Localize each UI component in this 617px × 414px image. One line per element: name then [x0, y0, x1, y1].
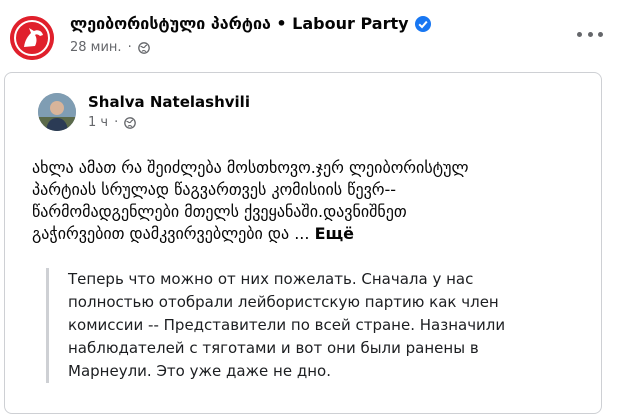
globe-icon[interactable]: [137, 41, 150, 54]
post-text-line: ახლა ამათ რა შეიძლება მოსთხოვო.ჯერ ლეიბო…: [32, 158, 469, 177]
see-more-button[interactable]: Ещё: [315, 224, 354, 243]
post-text-line-last: გაჭირვებით დამკვირვებლები და ... Ещё: [32, 223, 592, 245]
author-avatar[interactable]: [38, 93, 76, 131]
quote-line: Теперь что можно от них пожелать. Сначал…: [68, 270, 474, 288]
page-avatar-horse-logo-icon[interactable]: [10, 16, 54, 60]
shared-post-card[interactable]: Shalva Natelashvili 1 ч · ახლა ამათ რა შ…: [4, 72, 602, 414]
verified-badge-icon: [414, 15, 431, 32]
quote-block: Теперь что можно от них пожелать. Сначал…: [46, 268, 608, 383]
post-text-line: წარმომადგენლები მთელს ქვეყანაში.დავნიშნე…: [32, 202, 407, 221]
shared-post-meta: 1 ч ·: [88, 115, 137, 130]
separator-dot: ·: [127, 40, 132, 55]
post-text-line: გაჭირვებით დამკვირვებლები და ...: [32, 224, 310, 243]
quote-line: комиссии -- Представители по всей стране…: [68, 316, 506, 334]
author-name-link[interactable]: Shalva Natelashvili: [88, 93, 250, 111]
shared-post-time-link[interactable]: 1 ч: [88, 115, 108, 130]
quote-line: полностью отобрали лейбористскую партию …: [68, 293, 499, 311]
quote-line: наблюдателей с тяготами и вот они были р…: [68, 339, 479, 357]
post-text-line: პარტიას სრულად წაგვართვეს კომისიის წევრ-…: [32, 180, 397, 199]
separator-dot: ·: [114, 115, 119, 130]
post-header: ლეიბორისტული პარტია • Labour Party 28 ми…: [10, 8, 617, 64]
post-text: ახლა ამათ რა შეიძლება მოსთხოვო.ჯერ ლეიბო…: [32, 157, 592, 245]
more-options-icon[interactable]: [577, 28, 603, 40]
page-name[interactable]: ლეიბორისტული პარტია • Labour Party: [70, 14, 409, 33]
post-time-link[interactable]: 28 мин.: [70, 40, 122, 55]
globe-icon[interactable]: [124, 116, 137, 129]
quote-line: Марнеули. Это уже даже не дно.: [68, 362, 331, 380]
post-meta: 28 мин. ·: [70, 40, 150, 55]
page-name-link[interactable]: ლეიბორისტული პარტია • Labour Party: [70, 14, 431, 33]
